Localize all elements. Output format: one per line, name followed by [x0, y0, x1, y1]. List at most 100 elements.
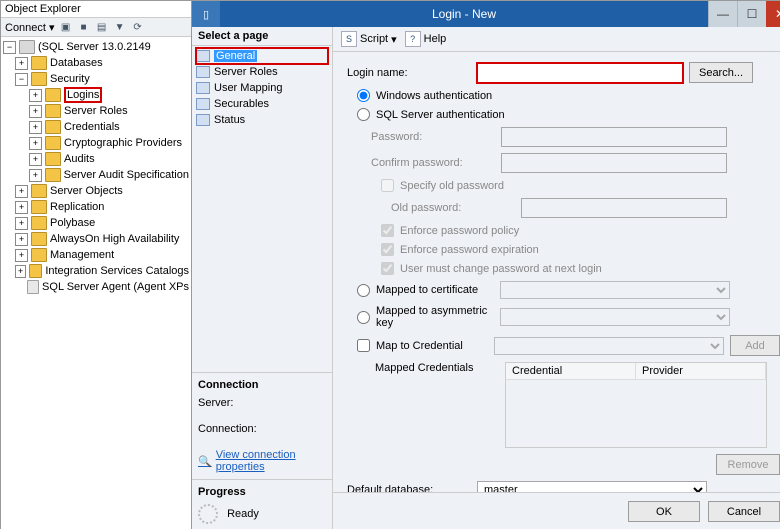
windows-auth-radio[interactable] [357, 89, 370, 102]
tree-credentials[interactable]: +Credentials [1, 119, 191, 135]
filter-icon[interactable]: ▼ [113, 20, 127, 34]
progress-section: Progress Ready [192, 479, 332, 529]
tree-security[interactable]: − Security [1, 71, 191, 87]
expander-icon[interactable]: − [3, 41, 16, 54]
confirm-password-input [501, 153, 727, 173]
tree-int-services[interactable]: +Integration Services Catalogs [1, 263, 191, 279]
search-button[interactable]: Search... [689, 62, 753, 83]
expander-icon[interactable]: + [29, 89, 42, 102]
script-button[interactable]: SScript ▾ [341, 31, 397, 47]
progress-header: Progress [198, 486, 326, 498]
expander-icon[interactable]: + [15, 57, 28, 70]
mapped-credentials-label: Mapped Credentials [347, 362, 505, 374]
old-password-label: Old password: [347, 202, 521, 214]
toolbar-icon-1[interactable]: ▣ [59, 20, 73, 34]
confirm-password-row: Confirm password: [347, 153, 780, 173]
tree-server-roles[interactable]: +Server Roles [1, 103, 191, 119]
enforce-expiration-row: Enforce password expiration [347, 243, 780, 256]
folder-icon [31, 200, 47, 214]
tree-label: Audits [64, 153, 95, 165]
tree-label: Databases [50, 57, 103, 69]
view-connection-properties-link[interactable]: 🔍 View connection properties [198, 449, 326, 473]
expander-icon[interactable]: + [15, 233, 28, 246]
folder-icon [45, 88, 61, 102]
object-explorer-tree[interactable]: − (SQL Server 13.0.2149 + Databases − Se… [1, 37, 191, 529]
link-icon: 🔍 [198, 455, 212, 468]
sql-auth-row: SQL Server authentication [347, 108, 780, 121]
connect-button[interactable]: Connect ▾ [5, 21, 55, 34]
system-icon[interactable]: ▯ [192, 1, 220, 27]
expander-icon[interactable]: − [15, 73, 28, 86]
tree-label: Security [50, 73, 90, 85]
toolbar-icon-3[interactable]: ▤ [95, 20, 109, 34]
connection-header: Connection [198, 379, 326, 391]
expander-icon[interactable]: + [15, 249, 28, 262]
tree-label: Replication [50, 201, 104, 213]
tree-label: Server Audit Specification [64, 169, 189, 181]
object-explorer-toolbar: Connect ▾ ▣ ■ ▤ ▼ ⟳ [1, 18, 191, 37]
expander-icon[interactable]: + [15, 201, 28, 214]
tree-root[interactable]: − (SQL Server 13.0.2149 [1, 39, 191, 55]
page-icon [196, 98, 210, 110]
tree-replication[interactable]: + Replication [1, 199, 191, 215]
dialog-title: Login - New [220, 7, 708, 21]
password-input [501, 127, 727, 147]
tree-label: SQL Server Agent (Agent XPs [42, 281, 189, 293]
tree-management[interactable]: +Management [1, 247, 191, 263]
tree-sql-agent[interactable]: SQL Server Agent (Agent XPs [1, 279, 191, 295]
agent-icon [27, 280, 39, 294]
help-button[interactable]: ?Help [405, 31, 447, 47]
page-server-roles[interactable]: Server Roles [196, 64, 328, 80]
page-icon [196, 66, 210, 78]
close-button[interactable]: ✕ [766, 1, 780, 27]
page-user-mapping[interactable]: User Mapping [196, 80, 328, 96]
maximize-button[interactable]: ☐ [737, 1, 766, 27]
tree-polybase[interactable]: +Polybase [1, 215, 191, 231]
tree-alwayson[interactable]: +AlwaysOn High Availability [1, 231, 191, 247]
cancel-button[interactable]: Cancel [708, 501, 780, 522]
map-cred-checkbox[interactable] [357, 339, 370, 352]
folder-icon [31, 72, 47, 86]
sql-auth-radio[interactable] [357, 108, 370, 121]
folder-icon [45, 168, 61, 182]
mapped-asym-label: Mapped to asymmetric key [376, 305, 500, 329]
tree-databases[interactable]: + Databases [1, 55, 191, 71]
login-new-dialog: ▯ Login - New — ☐ ✕ Select a page Genera… [192, 1, 780, 529]
expander-icon[interactable]: + [29, 153, 42, 166]
refresh-icon[interactable]: ⟳ [131, 20, 145, 34]
tree-server-objects[interactable]: + Server Objects [1, 183, 191, 199]
must-change-checkbox [381, 262, 394, 275]
tree-crypto[interactable]: +Cryptographic Providers [1, 135, 191, 151]
ok-button[interactable]: OK [628, 501, 700, 522]
mapped-cert-select [500, 281, 730, 299]
minimize-button[interactable]: — [708, 1, 737, 27]
default-db-select[interactable]: master [477, 481, 707, 492]
tree-audits[interactable]: + Audits [1, 151, 191, 167]
page-status[interactable]: Status [196, 112, 328, 128]
expander-icon[interactable]: + [15, 217, 28, 230]
expander-icon[interactable]: + [29, 121, 42, 134]
remove-button: Remove [716, 454, 780, 475]
credentials-table[interactable]: Credential Provider [505, 362, 767, 448]
map-cred-select [494, 337, 724, 355]
mapped-cert-radio[interactable] [357, 284, 370, 297]
page-label: User Mapping [214, 82, 282, 94]
page-securables[interactable]: Securables [196, 96, 328, 112]
windows-auth-row: Windows authentication [347, 89, 780, 102]
page-list: General Server Roles User Mapping Secura… [192, 46, 332, 130]
tree-logins[interactable]: + Logins [1, 87, 191, 103]
toolbar-icon-2[interactable]: ■ [77, 20, 91, 34]
expander-icon[interactable]: + [15, 265, 26, 278]
tree-label: Server Objects [50, 185, 123, 197]
tree-server-audit-spec[interactable]: + Server Audit Specification [1, 167, 191, 183]
mapped-asym-radio[interactable] [357, 311, 370, 324]
expander-icon[interactable]: + [29, 105, 42, 118]
expander-icon[interactable]: + [29, 137, 42, 150]
page-general[interactable]: General [196, 48, 328, 64]
expander-icon[interactable]: + [29, 169, 42, 182]
expander-icon[interactable]: + [15, 185, 28, 198]
mapped-cert-label: Mapped to certificate [376, 284, 500, 296]
dialog-titlebar[interactable]: ▯ Login - New — ☐ ✕ [192, 1, 780, 27]
login-name-input[interactable] [477, 63, 683, 83]
page-icon [196, 82, 210, 94]
